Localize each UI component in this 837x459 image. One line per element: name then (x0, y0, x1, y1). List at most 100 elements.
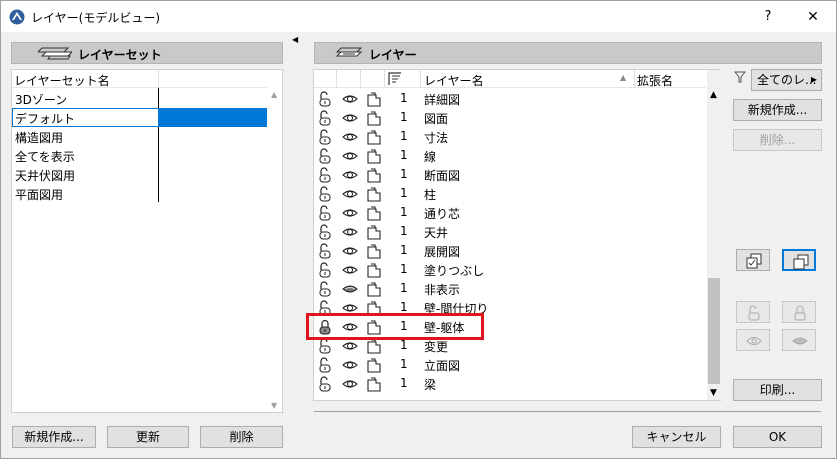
layers-table[interactable]: レイヤー名 ▲ 拡張名 1 詳細図 1 図面 1 寸法 1 線 1 断面図 1 柱 1 通り芯 1 天井 1 展開… (313, 69, 721, 401)
delete-layer-set-button[interactable]: 削除 (200, 426, 283, 448)
update-layer-set-button[interactable]: 更新 (107, 426, 189, 448)
solid-wireframe-icon[interactable] (366, 357, 382, 373)
unlock-icon[interactable] (317, 338, 333, 354)
layer-filter-dropdown[interactable]: 全てのレ... ▶ (751, 69, 822, 91)
layer-row[interactable]: 1 図面 (314, 108, 706, 127)
close-button[interactable]: ✕ (797, 5, 829, 29)
layer-set-item[interactable]: 3Dゾーン (12, 89, 267, 108)
intersection-number[interactable]: 1 (400, 110, 408, 124)
unlock-icon[interactable] (317, 243, 333, 259)
solid-wireframe-icon[interactable] (366, 243, 382, 259)
intersection-number[interactable]: 1 (400, 243, 408, 257)
unlock-icon[interactable] (317, 205, 333, 221)
scroll-down-icon[interactable]: ▼ (271, 401, 277, 410)
layer-name-column[interactable]: レイヤー名 (424, 72, 484, 89)
layer-set-name-column[interactable]: レイヤーセット名 (14, 72, 110, 89)
intersection-number[interactable]: 1 (400, 357, 408, 371)
eye-icon[interactable] (342, 186, 358, 202)
layer-row[interactable]: 1梁 (314, 374, 706, 393)
hidden-eye-icon[interactable] (342, 281, 358, 297)
layer-set-item[interactable]: デフォルト (12, 108, 267, 127)
intersection-number[interactable]: 1 (400, 148, 408, 162)
intersection-number[interactable]: 1 (400, 224, 408, 238)
print-button[interactable]: 印刷... (733, 379, 822, 401)
solid-wireframe-icon[interactable] (366, 338, 382, 354)
left-scrollbar[interactable]: ▲ ▼ (270, 88, 282, 412)
cancel-button[interactable]: キャンセル (632, 426, 721, 448)
select-none-button[interactable] (782, 249, 816, 271)
unlock-icon[interactable] (317, 148, 333, 164)
unlock-icon[interactable] (317, 186, 333, 202)
unlock-icon[interactable] (317, 262, 333, 278)
intersection-priority-icon[interactable] (388, 72, 402, 86)
show-button[interactable] (736, 329, 770, 351)
eye-icon[interactable] (342, 167, 358, 183)
unlock-icon[interactable] (317, 91, 333, 107)
solid-wireframe-icon[interactable] (366, 148, 382, 164)
solid-wireframe-icon[interactable] (366, 167, 382, 183)
layer-set-item[interactable]: 平面図用 (12, 184, 267, 203)
intersection-number[interactable]: 1 (400, 91, 408, 105)
hide-button[interactable] (782, 329, 816, 351)
intersection-number[interactable]: 1 (400, 300, 408, 314)
intersection-number[interactable]: 1 (400, 281, 408, 295)
layer-row[interactable]: 1 塗りつぶし (314, 260, 706, 279)
eye-icon[interactable] (342, 376, 358, 392)
intersection-number[interactable]: 1 (400, 338, 408, 352)
unlock-icon[interactable] (317, 129, 333, 145)
scroll-down-icon[interactable]: ▼ (710, 388, 717, 398)
delete-layer-button[interactable]: 削除... (733, 129, 822, 151)
scroll-up-icon[interactable]: ▲ (710, 90, 717, 100)
layer-set-list[interactable]: レイヤーセット名 3Dゾーン デフォルト 構造図用 全てを表示 天井伏図用 平面図用 ▲ … (11, 69, 283, 413)
layer-row[interactable]: 1線 (314, 146, 706, 165)
intersection-number[interactable]: 1 (400, 129, 408, 143)
intersection-number[interactable]: 1 (400, 205, 408, 219)
unlock-button[interactable] (736, 301, 770, 323)
help-button[interactable]: ? (753, 5, 783, 29)
right-scrollbar[interactable]: ▲ ▼ (707, 70, 721, 400)
scroll-up-icon[interactable]: ▲ (271, 90, 277, 99)
layer-row[interactable]: 1 通り芯 (314, 203, 706, 222)
eye-icon[interactable] (342, 129, 358, 145)
eye-icon[interactable] (342, 243, 358, 259)
solid-wireframe-icon[interactable] (366, 376, 382, 392)
extension-column[interactable]: 拡張名 (637, 72, 673, 89)
solid-wireframe-icon[interactable] (366, 91, 382, 107)
solid-wireframe-icon[interactable] (366, 281, 382, 297)
unlock-icon[interactable] (317, 110, 333, 126)
eye-icon[interactable] (342, 224, 358, 240)
lock-button[interactable] (782, 301, 816, 323)
layer-row[interactable]: 1柱 (314, 184, 706, 203)
solid-wireframe-icon[interactable] (366, 262, 382, 278)
solid-wireframe-icon[interactable] (366, 110, 382, 126)
collapse-arrow-icon[interactable]: ◀ (292, 35, 298, 44)
layer-row[interactable]: 1 立面図 (314, 355, 706, 374)
eye-icon[interactable] (342, 205, 358, 221)
eye-icon[interactable] (342, 338, 358, 354)
solid-wireframe-icon[interactable] (366, 186, 382, 202)
intersection-number[interactable]: 1 (400, 376, 408, 390)
intersection-number[interactable]: 1 (400, 186, 408, 200)
layer-set-item[interactable]: 天井伏図用 (12, 165, 267, 184)
new-layer-set-button[interactable]: 新規作成... (12, 426, 96, 448)
layer-row[interactable]: 1 詳細図 (314, 89, 706, 108)
layer-row[interactable]: 1 展開図 (314, 241, 706, 260)
solid-wireframe-icon[interactable] (366, 129, 382, 145)
intersection-number[interactable]: 1 (400, 167, 408, 181)
layer-set-item[interactable]: 構造図用 (12, 127, 267, 146)
layer-row[interactable]: 1 天井 (314, 222, 706, 241)
layer-set-item[interactable]: 全てを表示 (12, 146, 267, 165)
solid-wireframe-icon[interactable] (366, 205, 382, 221)
intersection-number[interactable]: 1 (400, 262, 408, 276)
unlock-icon[interactable] (317, 357, 333, 373)
new-layer-button[interactable]: 新規作成... (733, 99, 822, 121)
eye-icon[interactable] (342, 357, 358, 373)
layer-row[interactable]: 1 非表示 (314, 279, 706, 298)
unlock-icon[interactable] (317, 167, 333, 183)
unlock-icon[interactable] (317, 376, 333, 392)
eye-icon[interactable] (342, 110, 358, 126)
layer-row[interactable]: 1 寸法 (314, 127, 706, 146)
eye-icon[interactable] (342, 91, 358, 107)
eye-icon[interactable] (342, 148, 358, 164)
layer-row[interactable]: 1 断面図 (314, 165, 706, 184)
